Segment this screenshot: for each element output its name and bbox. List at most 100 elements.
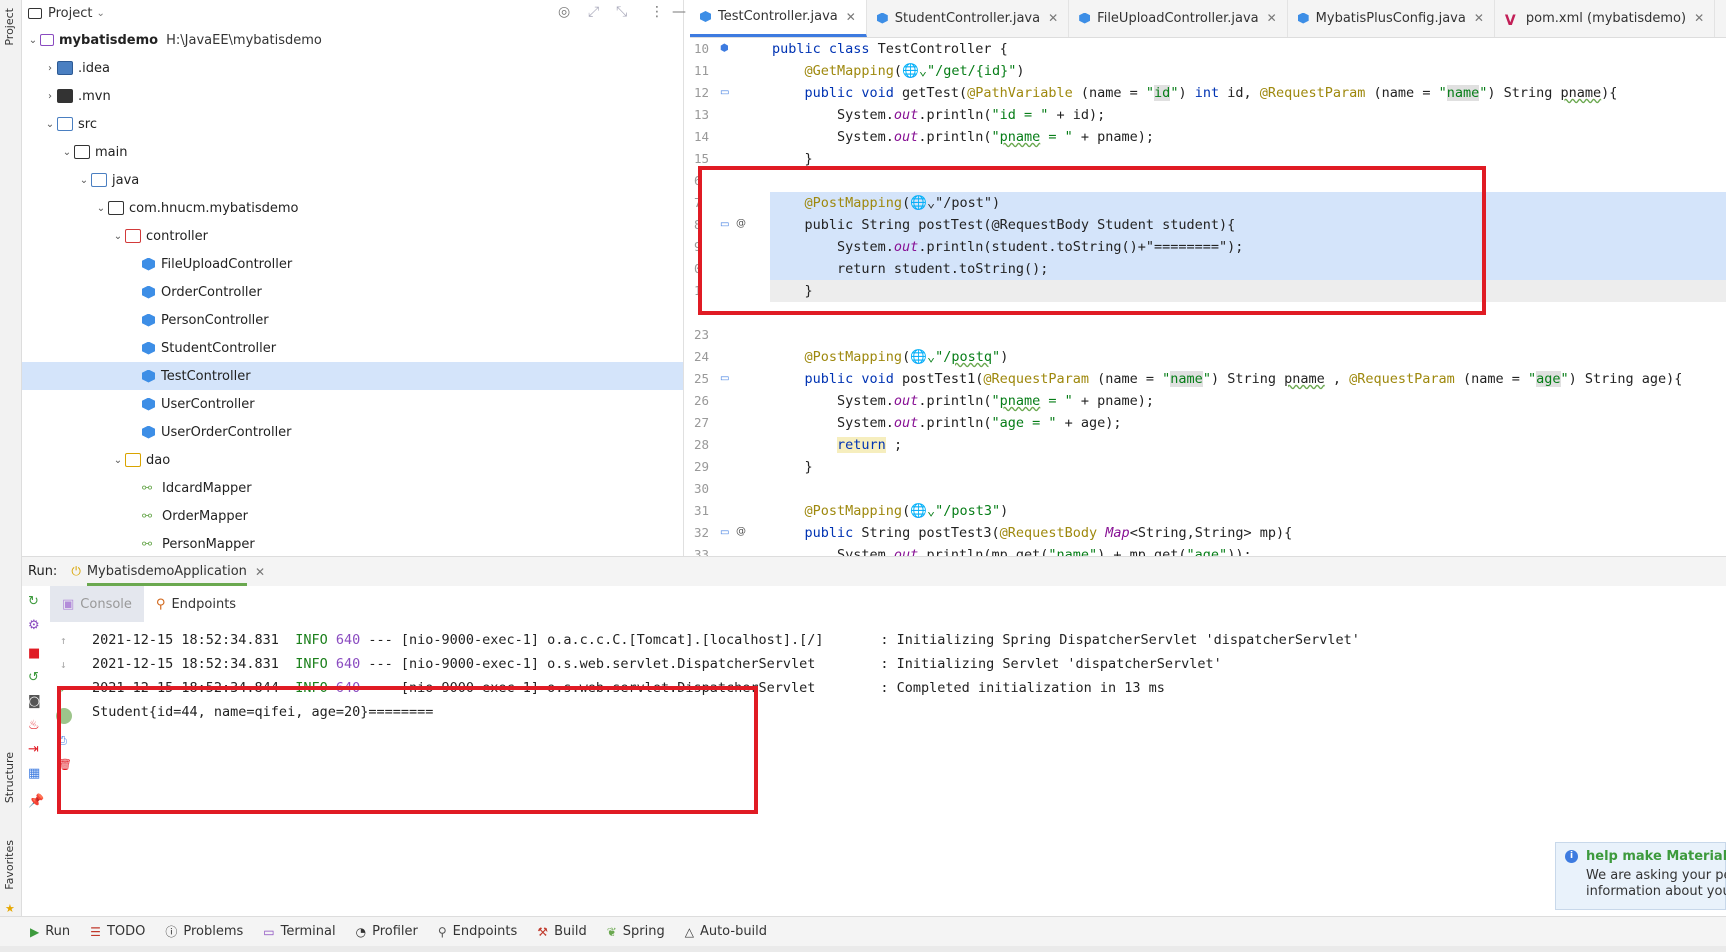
tool-window-spring[interactable]: ❦ Spring [607,924,665,939]
collapse-all-icon[interactable]: ⤡ [616,4,627,20]
tool-window-auto-build[interactable]: △ Auto-build [685,924,767,939]
tool-window-run[interactable]: ▶ Run [30,924,70,939]
tool-window-label: Build [554,924,587,939]
options-menu-icon[interactable]: ⋮ [650,4,664,20]
code-line[interactable] [770,478,1726,500]
locate-icon[interactable]: ◎ [558,4,570,20]
code-line[interactable]: } [770,456,1726,478]
editor-tab-mybatisplusconfig-java[interactable]: MybatisPlusConfig.java ✕ [1288,0,1495,37]
scroll-down-icon[interactable]: ↓ [60,658,67,671]
close-icon[interactable]: ✕ [1474,11,1484,25]
class-marker-icon[interactable]: ⬢ [720,43,729,54]
tool-window-todo[interactable]: ☰ TODO [90,924,145,939]
tree-item-src[interactable]: ⌄ src [22,110,683,138]
chevron-down-icon[interactable]: ⌄ [26,35,40,46]
settings-gear-icon[interactable]: ⚙ [28,618,40,633]
tool-window-endpoints[interactable]: ⚲ Endpoints [438,924,517,939]
tree-item-testcontroller[interactable]: TestController [22,362,683,390]
line-number: 13 [694,107,710,122]
scroll-up-icon[interactable]: ↑ [60,634,67,647]
notification-balloon[interactable]: i help make Material Th We are asking yo… [1555,842,1726,910]
tree-item-personcontroller[interactable]: PersonController [22,306,683,334]
pin-icon[interactable]: 📌 [28,794,44,809]
close-icon[interactable]: ✕ [846,10,856,24]
expand-all-icon[interactable]: ⤢ [588,4,599,20]
tree-item-mybatisdemo[interactable]: ⌄ mybatisdemo H:\JavaEE\mybatisdemo [22,26,683,54]
code-line[interactable]: @PostMapping(🌐⌄"/post3") [770,500,1726,522]
tree-item-dao[interactable]: ⌄ dao [22,446,683,474]
exit-icon[interactable]: ⇥ [28,742,39,757]
code-line[interactable]: public void postTest1(@RequestParam (nam… [770,368,1726,390]
project-view-title[interactable]: Project [48,6,92,21]
mapping-marker-icon[interactable]: ▭ [720,373,729,384]
close-icon[interactable]: ✕ [1048,11,1058,25]
tool-window-profiler[interactable]: ◔ Profiler [356,924,418,939]
editor-tab-fileuploadcontroller-java[interactable]: FileUploadController.java ✕ [1069,0,1288,37]
code-line[interactable]: System.out.println("age = " + age); [770,412,1726,434]
chevron-right-icon[interactable]: › [43,91,57,102]
tree-item-java[interactable]: ⌄ java [22,166,683,194]
chevron-down-icon[interactable]: ⌄ [111,231,125,242]
code-line[interactable]: return ; [770,434,1726,456]
code-line[interactable] [770,324,1726,346]
tree-item-ordermapper[interactable]: ⚯ OrderMapper [22,502,683,530]
code-line[interactable]: System.out.println("id = " + id); [770,104,1726,126]
code-line[interactable]: public class TestController { [770,38,1726,60]
chevron-down-icon[interactable]: ⌄ [43,119,57,130]
tab-endpoints[interactable]: ⚲ Endpoints [144,586,248,622]
chevron-down-icon[interactable]: ⌄ [77,175,91,186]
close-icon[interactable]: ✕ [1267,11,1277,25]
chevron-down-icon[interactable]: ⌄ [96,8,104,19]
tree-item-ordercontroller[interactable]: OrderController [22,278,683,306]
chevron-down-icon[interactable]: ⌄ [94,203,108,214]
code-line[interactable]: System.out.println("pname = " + pname); [770,126,1726,148]
chevron-down-icon[interactable]: ⌄ [60,147,74,158]
tree-item-controller[interactable]: ⌄ controller [22,222,683,250]
code-line[interactable]: @GetMapping(🌐⌄"/get/{id}") [770,60,1726,82]
plug-icon[interactable]: ♨ [28,718,40,733]
mapping-marker-icon[interactable]: ▭ [720,87,729,98]
restart-icon[interactable]: ↺ [28,670,39,685]
tool-window-terminal[interactable]: ▭ Terminal [263,924,335,939]
code-line[interactable]: System.out.println("pname = " + pname); [770,390,1726,412]
notification-body-line2: information about your [1586,884,1726,899]
tree-item-com-hnucm-mybatisdemo[interactable]: ⌄ com.hnucm.mybatisdemo [22,194,683,222]
camera-icon[interactable]: ◙ [28,694,41,709]
tree-item-main[interactable]: ⌄ main [22,138,683,166]
run-config-tab[interactable]: MybatisdemoApplication [86,557,247,586]
tree-item-idcardmapper[interactable]: ⚯ IdcardMapper [22,474,683,502]
tool-window-label: Terminal [280,924,336,939]
code-line[interactable]: System.out.println(mp.get("name") + mp.g… [770,544,1726,556]
code-line[interactable]: public String postTest3(@RequestBody Map… [770,522,1726,544]
tree-item-personmapper[interactable]: ⚯ PersonMapper [22,530,683,558]
structure-tool-button[interactable]: Structure [3,752,16,803]
tab-console[interactable]: ▣ Console [50,586,144,622]
favorites-tool-button[interactable]: Favorites [3,840,16,890]
annotation-marker-icon[interactable]: @ [736,526,746,537]
close-icon[interactable]: ✕ [1694,11,1704,25]
chevron-right-icon[interactable]: › [43,63,57,74]
folder-icon [57,61,73,75]
stop-icon[interactable]: ■ [28,646,40,661]
tree-item-usercontroller[interactable]: UserController [22,390,683,418]
editor-tab-studentcontroller-java[interactable]: StudentController.java ✕ [867,0,1070,37]
code-line[interactable]: @PostMapping(🌐⌄"/postq") [770,346,1726,368]
code-line[interactable]: public void getTest(@PathVariable (name … [770,82,1726,104]
tree-item-idea[interactable]: › .idea [22,54,683,82]
editor-tab-pom-xml-mybatisdemo[interactable]: Vpom.xml (mybatisdemo) ✕ [1495,0,1716,37]
tree-item-userordercontroller[interactable]: UserOrderController [22,418,683,446]
project-tool-button[interactable]: Project [3,8,16,46]
editor-tab-application-prope[interactable]: </>application.prope [1715,0,1726,37]
rerun-icon[interactable]: ↻ [28,594,39,609]
tree-item-studentcontroller[interactable]: StudentController [22,334,683,362]
editor-tab-testcontroller-java[interactable]: TestController.java ✕ [690,0,867,37]
close-icon[interactable]: ✕ [255,565,265,579]
layout-icon[interactable]: ▦ [28,766,40,781]
tool-window-build[interactable]: ⚒ Build [537,924,586,939]
tree-item-fileuploadcontroller[interactable]: FileUploadController [22,250,683,278]
tool-window-problems[interactable]: ⓘ Problems [165,923,243,940]
mapping-marker-icon[interactable]: ▭ [720,527,729,538]
hide-panel-icon[interactable]: — [672,4,686,20]
chevron-down-icon[interactable]: ⌄ [111,455,125,466]
tree-item-mvn[interactable]: › .mvn [22,82,683,110]
